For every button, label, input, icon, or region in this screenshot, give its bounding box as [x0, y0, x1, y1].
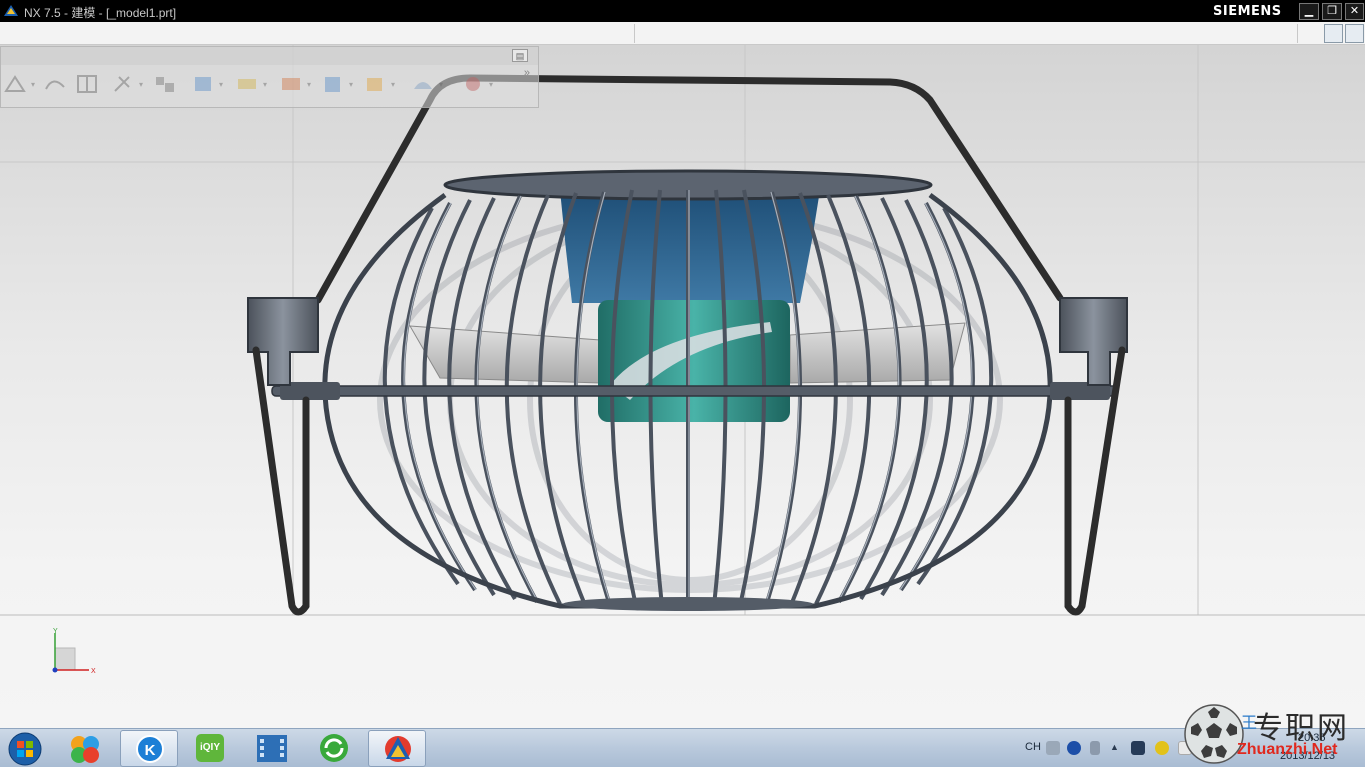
close-button[interactable]: ✕	[1345, 3, 1364, 20]
cage-ribs	[382, 189, 994, 607]
nx-application: NX 7.5 - 建模 - [_model1.prt] SIEMENS ▁ ❐ …	[0, 0, 1365, 767]
command-bar-divider	[634, 24, 635, 43]
360-ball-icon	[71, 736, 99, 763]
sketch-curve-icon[interactable]	[43, 73, 67, 95]
command-bar	[0, 22, 1365, 45]
security-shield-icon[interactable]	[1155, 741, 1169, 755]
extrude-icon[interactable]: ▾	[3, 73, 35, 95]
floating-toolbar: ▤ » ▾ ▾ ▾ ▾ ▾ ▾ ▾ ▾ ▾	[0, 46, 539, 108]
restore-button[interactable]: ❐	[1322, 3, 1342, 20]
solid-cube-icon[interactable]: ▾	[321, 73, 353, 95]
video-player-icon	[257, 735, 287, 762]
pad-icon[interactable]: ▾	[235, 73, 267, 95]
cage-bottom-hub	[563, 597, 813, 611]
watermark-url: Zhuanzhi.Net	[1237, 741, 1338, 758]
keyboard-icon[interactable]	[1046, 741, 1060, 755]
view-layout-icon[interactable]	[1324, 24, 1343, 43]
z-axis-origin	[52, 667, 58, 673]
taskbar-browser[interactable]	[305, 730, 363, 767]
fan-blade-right	[789, 322, 966, 384]
cylinder-icon[interactable]: ▾	[191, 73, 223, 95]
siemens-brand: SIEMENS	[1213, 4, 1282, 19]
coordinate-triad: Y X	[52, 628, 96, 675]
nx-app-icon	[385, 736, 411, 762]
analysis-icon[interactable]: ▾	[461, 73, 493, 95]
taskbar-360-ball[interactable]	[56, 730, 114, 767]
help-icon[interactable]	[1067, 741, 1081, 755]
graphics-window[interactable]	[0, 45, 1365, 728]
toolbar-more-icon[interactable]: »	[524, 67, 530, 79]
datum-plane-icon[interactable]	[75, 73, 99, 95]
shaded-box-icon[interactable]: ▾	[363, 73, 395, 95]
kugou-music-icon: K	[136, 735, 164, 763]
soccer-ball-logo-icon	[1184, 704, 1244, 764]
windows-taskbar: K iQIY CH ▲ 20:35 2013/12/13	[0, 728, 1365, 767]
minimize-button[interactable]: ▁	[1299, 3, 1319, 20]
taskbar-video-player[interactable]	[243, 730, 301, 767]
taskbar-nx[interactable]	[368, 730, 426, 767]
window-title: NX 7.5 - 建模 - [_model1.prt]	[24, 6, 177, 20]
start-orb-icon[interactable]	[5, 731, 45, 767]
cage-clamp-ring	[271, 385, 1118, 397]
fan-model	[0, 45, 1365, 616]
y-axis-label: Y	[53, 628, 58, 635]
command-bar-divider	[1297, 24, 1298, 43]
toolbar-options-icon[interactable]: ▤	[512, 49, 528, 62]
taskbar-kugou[interactable]: K	[120, 730, 178, 767]
network-icon[interactable]	[1131, 741, 1145, 755]
x-axis-label: X	[91, 668, 96, 675]
input-language[interactable]: CH	[1025, 741, 1041, 753]
point-icon[interactable]: ▾	[111, 73, 143, 95]
tray-switch-icon[interactable]	[1090, 741, 1100, 755]
block-icon[interactable]: ▾	[279, 73, 311, 95]
assembly-icon[interactable]	[153, 73, 177, 95]
toolbar-grip[interactable]	[1, 47, 538, 65]
full-screen-icon[interactable]	[1345, 24, 1364, 43]
surface-icon[interactable]: ▾	[411, 73, 443, 95]
nx-logo-icon	[4, 5, 18, 16]
title-bar: NX 7.5 - 建模 - [_model1.prt] SIEMENS ▁ ❐ …	[0, 0, 1365, 22]
iqiyi-icon: iQIY	[196, 734, 224, 762]
refresh-browser-icon	[320, 734, 348, 762]
taskbar-iqiyi[interactable]: iQIY	[181, 730, 239, 767]
zhuanzhi-watermark: 王 专职网 Zhuanzhi.Net	[1183, 701, 1365, 767]
show-hidden-icons-icon[interactable]: ▲	[1110, 742, 1124, 756]
